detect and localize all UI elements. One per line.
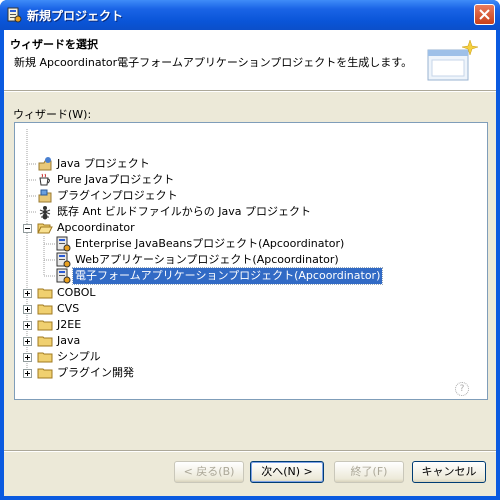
wizard-tree[interactable]: Java プロジェクト Pure Javaプロジェクト プラグインプロジェクト [14, 122, 488, 400]
tree-item-label: Webアプリケーションプロジェクト(Apcoordinator) [75, 253, 339, 266]
tree-expand-toggle[interactable] [23, 353, 32, 362]
tree-expand-toggle[interactable] [23, 305, 32, 314]
app-icon [7, 7, 22, 23]
tree-item-label: Java [57, 334, 81, 347]
banner-description: 新規 Apcoordinator電子フォームアプリケーションプロジェクトを生成し… [14, 56, 413, 69]
header-banner: ウィザードを選択 新規 Apcoordinator電子フォームアプリケーションプ… [4, 30, 496, 91]
ant-icon [39, 206, 51, 220]
tree-item-label: Enterprise JavaBeansプロジェクト(Apcoordinator… [75, 237, 345, 250]
banner-title: ウィザードを選択 [10, 38, 98, 51]
tree-item-label: COBOL [57, 286, 96, 299]
title-bar[interactable]: 新規プロジェクト [0, 0, 500, 30]
tree-item-label: CVS [57, 302, 80, 315]
folder-icon [37, 352, 53, 363]
tree-item-label: Pure Javaプロジェクト [57, 173, 175, 186]
close-button[interactable] [474, 4, 495, 25]
cancel-button[interactable]: キャンセル [412, 461, 486, 483]
finish-button[interactable]: 終了(F) [334, 461, 404, 483]
folder-icon [37, 320, 53, 331]
tree-expand-toggle[interactable] [23, 337, 32, 346]
apcoordinator-project-icon [56, 252, 71, 268]
plus-icon [25, 371, 30, 376]
banner-separator [4, 91, 496, 92]
window-title: 新規プロジェクト [27, 9, 124, 23]
plus-icon [25, 323, 30, 328]
plus-icon [25, 355, 30, 360]
coffee-cup-icon [39, 173, 50, 186]
new-wizard-banner-icon [427, 39, 479, 81]
tree-item-label: 既存 Ant ビルドファイルからの Java プロジェクト [57, 205, 312, 218]
tree-item-label: J2EE [57, 318, 82, 331]
tree-collapse-toggle[interactable] [23, 224, 32, 233]
tree-item-label: Java プロジェクト [57, 157, 150, 170]
tree-item-label: Apcoordinator [57, 221, 135, 234]
dialog-body: ウィザードを選択 新規 Apcoordinator電子フォームアプリケーションプ… [4, 30, 496, 496]
folder-icon [37, 368, 53, 379]
next-button[interactable]: 次へ(N) > [250, 461, 324, 483]
folder-icon [37, 304, 53, 315]
apcoordinator-project-icon [56, 268, 71, 284]
plugin-project-icon [38, 189, 52, 203]
folder-icon [37, 288, 53, 299]
plus-icon [25, 307, 30, 312]
tree-expand-toggle[interactable] [23, 369, 32, 378]
help-icon[interactable]: ? [455, 382, 469, 396]
tree-item-label: プラグイン開発 [57, 366, 134, 379]
tree-expand-toggle[interactable] [23, 289, 32, 298]
folder-icon [37, 336, 53, 347]
wizard-label: ウィザード(W): [13, 108, 92, 121]
wizard-window: 新規プロジェクト ウィザードを選択 新規 Apcoordinator電子フォーム… [0, 0, 500, 500]
footer-separator-highlight [4, 451, 496, 452]
back-button[interactable]: < 戻る(B) [174, 461, 244, 483]
tree-item-label: 電子フォームアプリケーションプロジェクト(Apcoordinator) [71, 267, 384, 285]
minus-icon [25, 228, 30, 229]
close-icon [479, 9, 490, 20]
apcoordinator-project-icon [56, 236, 71, 252]
tree-item-label: シンプル [57, 350, 101, 363]
java-project-icon [38, 157, 52, 171]
tree-item-label: プラグインプロジェクト [57, 189, 178, 202]
folder-open-icon [37, 223, 53, 234]
tree-expand-toggle[interactable] [23, 321, 32, 330]
plus-icon [25, 339, 30, 344]
plus-icon [25, 291, 30, 296]
